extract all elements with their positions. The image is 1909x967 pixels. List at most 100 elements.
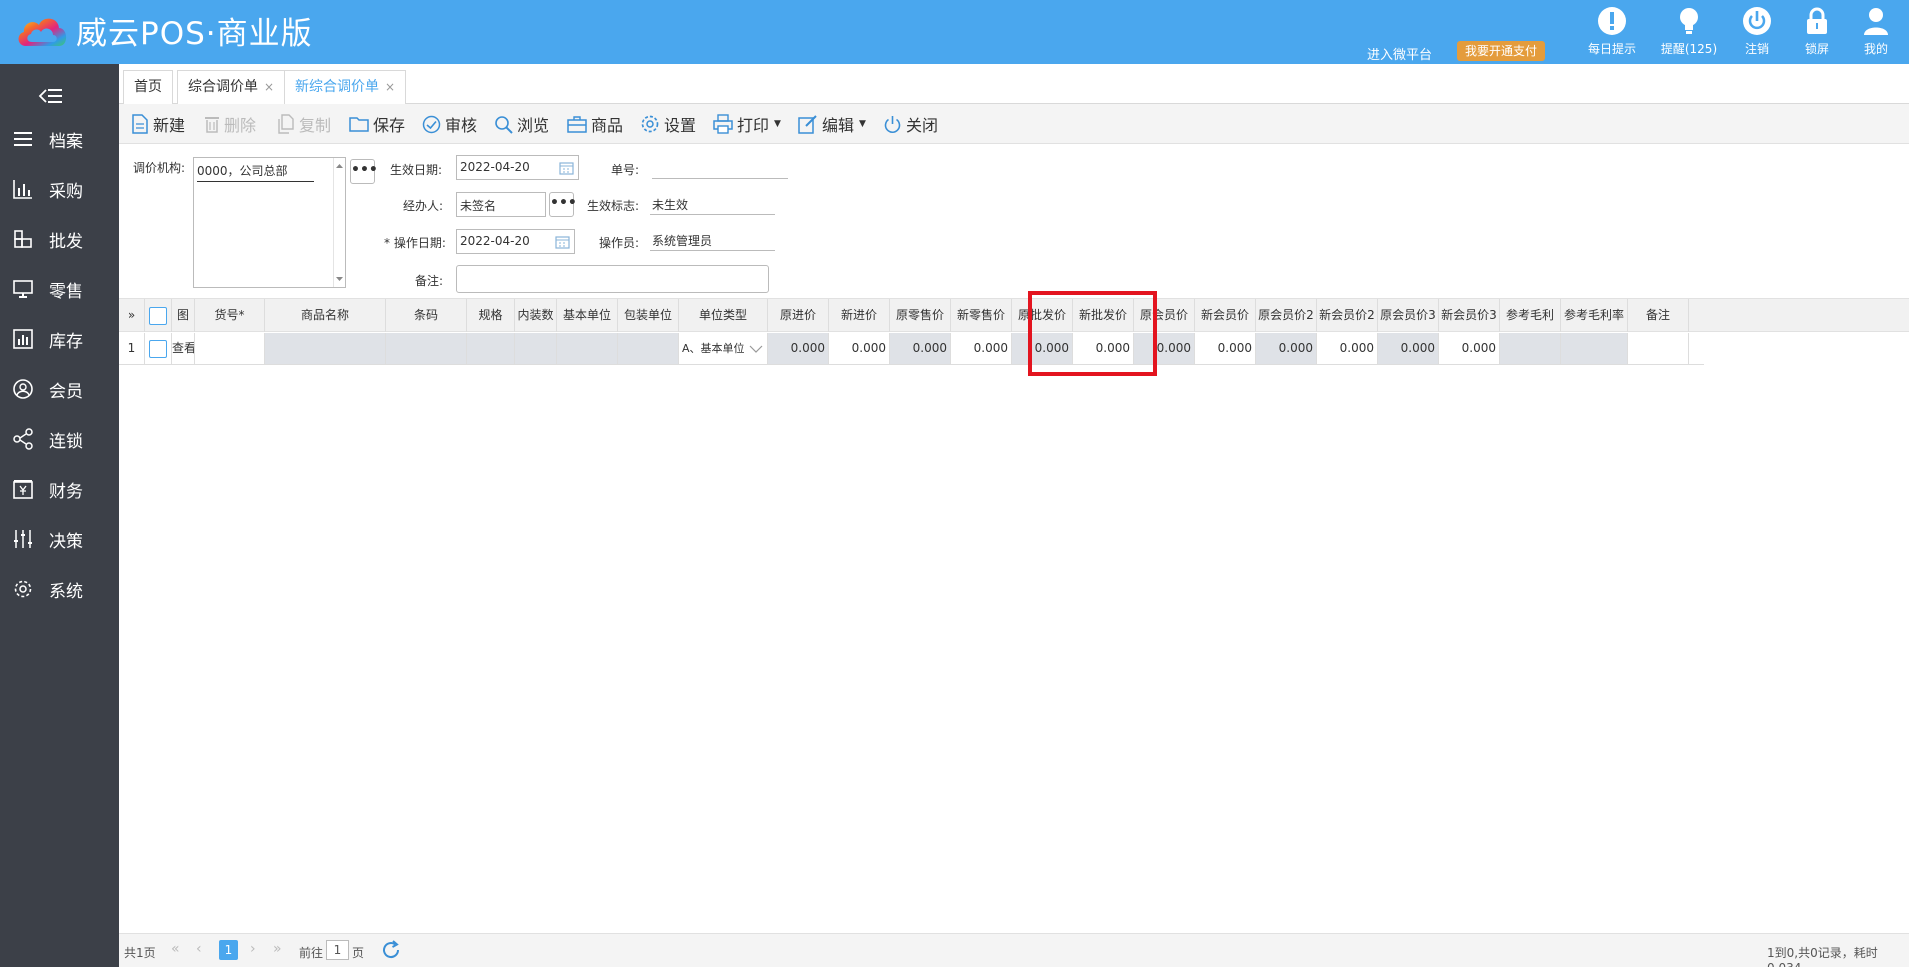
logout-button[interactable]: 注销 [1727, 6, 1787, 57]
grid-header: » 图 货号* 商品名称 条码 规格 内装数 基本单位 包装单位 单位类型 原进… [119, 298, 1909, 332]
trash-icon [205, 117, 219, 133]
remark-label: 备注: [415, 274, 444, 288]
share-icon [13, 428, 33, 450]
sidebar-item-inventory[interactable]: 库存 [0, 319, 119, 359]
lock-screen-button[interactable]: 锁屏 [1787, 6, 1847, 57]
tab-price-adjust-list[interactable]: 综合调价单 × [177, 70, 286, 104]
sidebar-item-finance[interactable]: 财务 [0, 469, 119, 509]
micro-platform-link[interactable]: 进入微平台 [1367, 44, 1432, 63]
sidebar-item-system[interactable]: 系统 [0, 569, 119, 609]
handler-picker-button[interactable]: ••• [549, 192, 577, 217]
unit-type-select[interactable]: A、基本单位 [679, 333, 768, 364]
current-page-button[interactable]: 1 [219, 940, 238, 960]
cell-new-member2[interactable]: 0.000 [1317, 333, 1378, 364]
header-unit-type[interactable]: 单位类型 [679, 299, 768, 332]
sidebar-item-decision[interactable]: 决策 [0, 519, 119, 559]
header-old-member2[interactable]: 原会员价2 [1256, 299, 1317, 332]
table-row[interactable]: 1 查看 A、基本单位 0.000 0.000 0.000 0.000 0.00… [119, 333, 1704, 365]
org-listbox[interactable]: 0000，公司总部 [193, 157, 346, 288]
browse-button[interactable]: 浏览 [494, 112, 549, 136]
header-old-purchase[interactable]: 原进价 [768, 299, 829, 332]
last-page-icon[interactable]: » [273, 941, 282, 957]
print-label: 打印 [737, 116, 770, 135]
org-scrollbar[interactable] [333, 158, 345, 287]
prev-page-icon[interactable]: ‹ [196, 941, 202, 957]
close-tab-icon[interactable]: × [264, 80, 274, 94]
header-remark[interactable]: 备注 [1628, 299, 1689, 332]
header-goods-name[interactable]: 商品名称 [265, 299, 386, 332]
header-base-unit[interactable]: 基本单位 [557, 299, 618, 332]
cell-new-retail[interactable]: 0.000 [951, 333, 1012, 364]
tab-new-price-adjust[interactable]: 新综合调价单 × [284, 70, 407, 104]
close-button[interactable]: 关闭 [883, 112, 938, 136]
header-old-member3[interactable]: 原会员价3 [1378, 299, 1439, 332]
remark-input[interactable] [456, 265, 769, 293]
sidebar-item-member[interactable]: 会员 [0, 369, 119, 409]
next-page-icon[interactable]: › [250, 941, 256, 957]
edit-button[interactable]: 编辑 ▼ [798, 112, 866, 136]
header-new-purchase[interactable]: 新进价 [829, 299, 890, 332]
select-all-checkbox[interactable] [145, 299, 172, 332]
power-icon [1743, 7, 1771, 35]
header-inner-qty[interactable]: 内装数 [515, 299, 557, 332]
op-date-input[interactable]: 2022-04-20 [456, 229, 575, 254]
cell-new-purchase[interactable]: 0.000 [829, 333, 890, 364]
header-item-no[interactable]: 货号* [195, 299, 265, 332]
delete-button[interactable]: 删除 [204, 112, 256, 136]
inventory-chart-icon [13, 329, 33, 349]
daily-tip-button[interactable]: 每日提示 [1582, 6, 1642, 57]
cell-old-purchase: 0.000 [768, 333, 829, 364]
chevron-down-icon: ▼ [774, 119, 781, 129]
header-old-retail[interactable]: 原零售价 [890, 299, 951, 332]
header-new-member2[interactable]: 新会员价2 [1317, 299, 1378, 332]
cell-item-no[interactable] [195, 333, 265, 364]
header-image[interactable]: 图 [172, 299, 195, 332]
header-ref-gross-margin[interactable]: 参考毛利率 [1561, 299, 1628, 332]
my-account-button[interactable]: 我的 [1846, 6, 1906, 57]
settings-button[interactable]: 设置 [640, 112, 696, 136]
sidebar-item-chain[interactable]: 连锁 [0, 419, 119, 459]
blocks-icon [14, 230, 32, 248]
briefcase-icon [567, 116, 587, 133]
effective-date-input[interactable]: 2022-04-20 [456, 155, 579, 180]
tab-home[interactable]: 首页 [123, 70, 173, 104]
org-picker-button[interactable]: ••• [350, 159, 378, 184]
header-new-member3[interactable]: 新会员价3 [1439, 299, 1500, 332]
goods-button[interactable]: 商品 [567, 112, 623, 136]
save-button[interactable]: 保存 [349, 112, 405, 136]
audit-button[interactable]: 审核 [422, 112, 477, 136]
tab-label: 新综合调价单 [295, 79, 379, 95]
handler-label: 经办人: [403, 199, 444, 213]
header-new-member[interactable]: 新会员价 [1195, 299, 1256, 332]
cell-new-member[interactable]: 0.000 [1195, 333, 1256, 364]
reminders-button[interactable]: 提醒(125) [1659, 6, 1719, 57]
header-ref-gross-profit[interactable]: 参考毛利 [1500, 299, 1561, 332]
collapse-menu-icon[interactable] [38, 86, 64, 106]
expand-columns-icon[interactable]: » [119, 299, 145, 332]
refresh-icon[interactable] [380, 939, 402, 961]
calendar-icon[interactable] [555, 235, 570, 249]
print-button[interactable]: 打印 ▼ [713, 112, 781, 136]
goto-page-input[interactable]: 1 [326, 940, 349, 960]
header-barcode[interactable]: 条码 [386, 299, 467, 332]
cell-new-member3[interactable]: 0.000 [1439, 333, 1500, 364]
first-page-icon[interactable]: « [171, 941, 180, 957]
sidebar-item-retail[interactable]: 零售 [0, 269, 119, 309]
header-spec[interactable]: 规格 [467, 299, 515, 332]
row-checkbox[interactable] [145, 333, 172, 364]
sidebar-item-archive[interactable]: 档案 [0, 119, 119, 159]
copy-button[interactable]: 复制 [277, 112, 331, 136]
sidebar-item-wholesale[interactable]: 批发 [0, 219, 119, 259]
cell-ref-gross-profit [1500, 333, 1561, 364]
calendar-icon[interactable] [559, 161, 574, 175]
cell-remark[interactable] [1628, 333, 1689, 364]
handler-input[interactable]: 未签名 [456, 192, 546, 217]
header-pack-unit[interactable]: 包装单位 [618, 299, 679, 332]
header-new-retail[interactable]: 新零售价 [951, 299, 1012, 332]
open-payment-button[interactable]: 我要开通支付 [1457, 41, 1546, 61]
bill-no-field[interactable] [652, 157, 788, 179]
new-button[interactable]: 新建 [131, 112, 185, 136]
close-tab-icon[interactable]: × [385, 80, 395, 94]
view-link[interactable]: 查看 [172, 333, 195, 364]
sidebar-item-purchase[interactable]: 采购 [0, 169, 119, 209]
